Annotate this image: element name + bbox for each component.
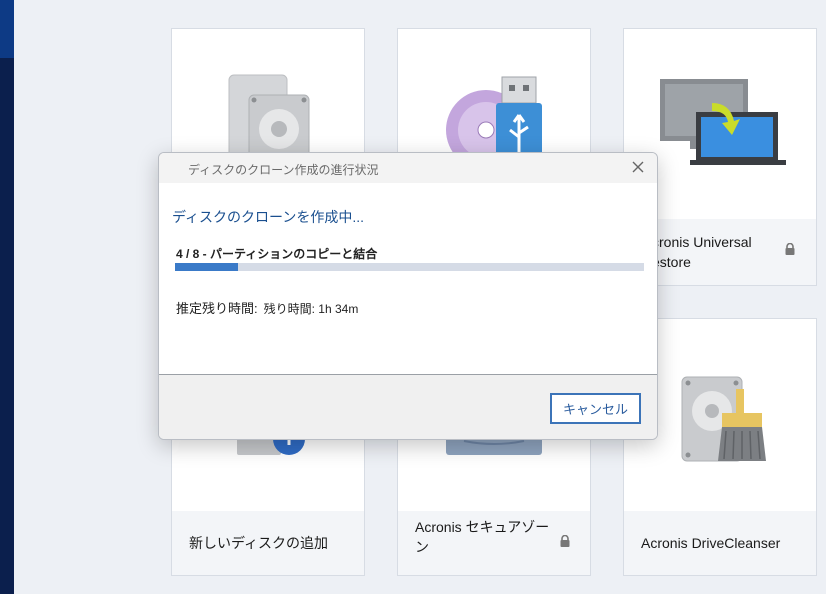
tile-footer: Acronis DriveCleanser bbox=[624, 511, 816, 575]
progress-bar bbox=[175, 263, 644, 271]
dialog-footer: キャンセル bbox=[159, 374, 657, 439]
tile-footer: Acronis セキュアゾー ン bbox=[398, 511, 590, 575]
tile-label: 新しいディスクの追加 bbox=[189, 535, 329, 551]
lock-icon bbox=[560, 535, 570, 547]
drive-cleanser-icon bbox=[681, 376, 766, 462]
remaining-time-label: 推定残り時間: bbox=[176, 301, 258, 316]
dialog-heading: ディスクのクローンを作成中... bbox=[172, 209, 364, 225]
sidebar-active-item[interactable] bbox=[0, 0, 14, 58]
sidebar bbox=[0, 0, 14, 594]
cancel-button[interactable]: キャンセル bbox=[550, 393, 641, 424]
dialog-title: ディスクのクローン作成の進行状況 bbox=[188, 163, 379, 177]
remaining-time-value: 残り時間: 1h 34m bbox=[263, 302, 359, 316]
tile-label: Acronis セキュアゾー ン bbox=[415, 519, 550, 555]
progress-step: 4 / 8 - パーティションのコピーと結合 bbox=[176, 247, 378, 261]
migrate-laptop-icon bbox=[660, 79, 786, 165]
progress-bar-fill bbox=[175, 263, 239, 271]
lock-icon bbox=[785, 243, 795, 255]
remaining-time: 推定残り時間: 残り時間: 1h 34m bbox=[176, 298, 358, 317]
close-icon[interactable] bbox=[628, 157, 648, 177]
add-disk-icon bbox=[237, 437, 305, 455]
secure-zone-icon bbox=[446, 437, 542, 455]
tile-footer: 新しいディスクの追加 bbox=[172, 511, 364, 575]
tile-label: cronis Universal estore bbox=[652, 234, 752, 270]
dialog-titlebar[interactable]: ディスクのクローン作成の進行状況 bbox=[159, 153, 657, 183]
tile-label: Acronis DriveCleanser bbox=[641, 535, 781, 551]
clone-progress-dialog: ディスクのクローン作成の進行状況 ディスクのクローンを作成中... 4 / 8 … bbox=[158, 152, 658, 440]
